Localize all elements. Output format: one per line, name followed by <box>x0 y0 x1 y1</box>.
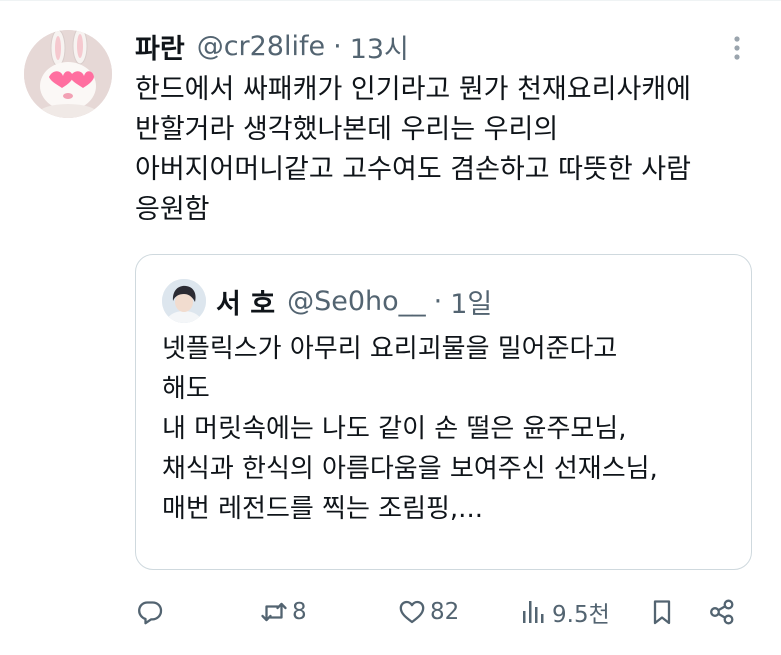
reply-button[interactable] <box>135 592 168 632</box>
tweet-text: 한드에서 싸패캐가 인기라고 뭔가 천재요리사캐에 반할거라 생각했나본데 우리… <box>135 70 765 230</box>
quote-timestamp[interactable]: 1일 <box>450 282 492 321</box>
quote-text-line: 채식과 한식의 아름다움을 보여주신 선재스님, <box>162 454 658 484</box>
heart-icon <box>399 600 425 624</box>
like-button[interactable]: 82 <box>397 592 459 632</box>
reply-icon <box>138 601 163 625</box>
retweet-icon <box>261 602 287 622</box>
bookmark-button[interactable] <box>647 592 677 632</box>
tweet-header: 파란 @cr28life · 13시 <box>135 26 409 66</box>
timestamp[interactable]: 13시 <box>350 27 409 66</box>
retweet-button[interactable]: 8 <box>259 592 307 632</box>
share-button[interactable] <box>707 592 737 632</box>
action-bar: 8 82 9.5천 <box>135 592 745 632</box>
tweet-text-line: 응원함 <box>135 194 210 225</box>
views-icon <box>523 601 544 623</box>
tweet-text-line: 아버지어머니같고 고수여도 겸손하고 따뜻한 사람 <box>135 154 691 185</box>
views-count: 9.5천 <box>552 602 610 628</box>
top-divider <box>0 0 781 1</box>
retweet-count: 8 <box>292 599 307 625</box>
display-name[interactable]: 파란 <box>135 27 185 66</box>
tweet-text-line: 반할거라 생각했나본데 우리는 우리의 <box>135 114 559 145</box>
share-icon <box>710 599 734 625</box>
tweet-text-line: 한드에서 싸패캐가 인기라고 뭔가 천재요리사캐에 <box>135 74 691 105</box>
quote-separator-dot: · <box>433 285 443 317</box>
person-avatar-image <box>162 279 206 323</box>
quote-user-handle[interactable]: @Se0ho__ <box>287 286 426 317</box>
like-count: 82 <box>430 599 460 625</box>
quote-tweet-card[interactable]: 서 호 @Se0ho__ · 1일 넷플릭스가 아무리 요리괴물을 밀어준다고 … <box>135 254 752 570</box>
quote-text-line: 해도 <box>162 374 210 404</box>
views-button[interactable]: 9.5천 <box>519 592 610 632</box>
user-handle[interactable]: @cr28life <box>197 31 325 62</box>
avatar[interactable] <box>24 30 112 118</box>
more-vertical-icon <box>734 36 740 60</box>
quote-text-line: 매번 레전드를 찍는 조림핑,... <box>162 494 483 524</box>
quote-text-line: 내 머릿속에는 나도 같이 손 떨은 윤주모님, <box>162 414 627 444</box>
quote-text: 넷플릭스가 아무리 요리괴물을 밀어준다고 해도 내 머릿속에는 나도 같이 손… <box>162 329 742 529</box>
quote-text-line: 넷플릭스가 아무리 요리괴물을 밀어준다고 <box>162 334 618 364</box>
quote-avatar[interactable] <box>162 279 206 323</box>
more-options-button[interactable] <box>722 32 752 64</box>
quote-header: 서 호 @Se0ho__ · 1일 <box>216 281 492 321</box>
bookmark-icon <box>653 600 671 625</box>
separator-dot: · <box>333 30 342 62</box>
bunny-avatar-image <box>24 30 112 118</box>
quote-display-name[interactable]: 서 호 <box>216 282 275 321</box>
